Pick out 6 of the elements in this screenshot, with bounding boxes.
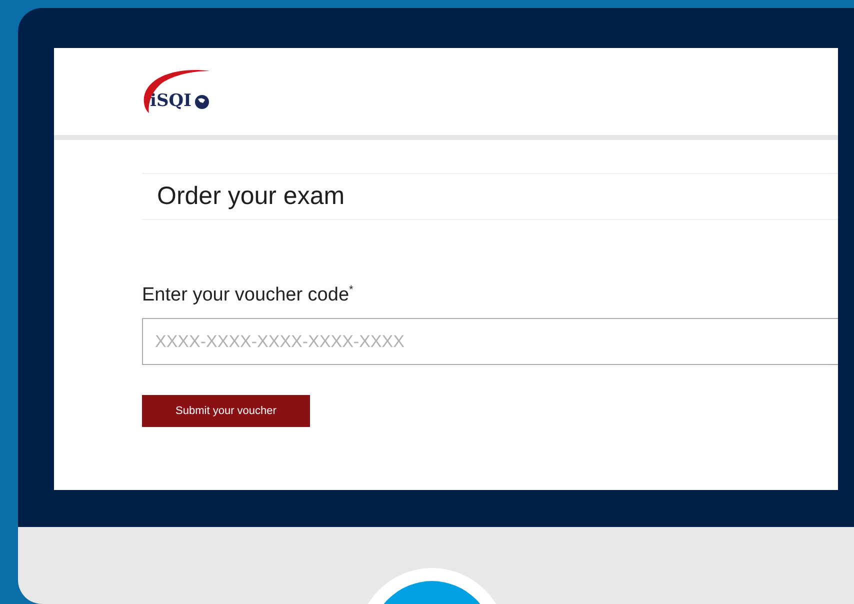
globe-icon — [194, 94, 210, 110]
voucher-field[interactable]: XXXX-XXXX-XXXX-XXXX-XXXX — [142, 318, 838, 366]
submit-button[interactable]: Submit your voucher — [142, 395, 310, 428]
voucher-label: Enter your voucher code$^{*}$ — [142, 284, 354, 306]
page-title: Order your exam — [157, 182, 345, 211]
logo-text: iSQI — [149, 90, 192, 112]
